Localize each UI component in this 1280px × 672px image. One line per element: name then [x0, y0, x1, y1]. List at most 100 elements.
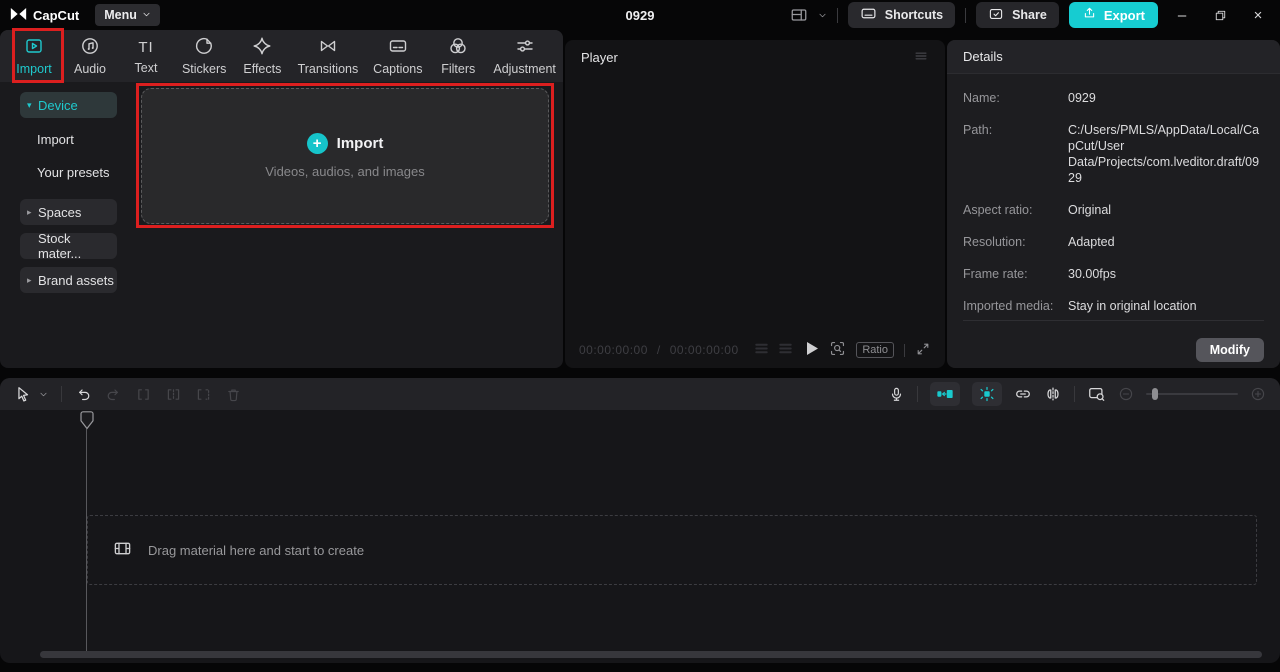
- caret-right-icon: ▸: [27, 275, 38, 286]
- caret-down-icon: ▾: [27, 100, 38, 111]
- detail-row-name: Name: 0929: [963, 90, 1264, 106]
- timeline-panel: Drag material here and start to create: [0, 378, 1280, 663]
- audio-icon: [80, 36, 100, 59]
- timeline-drop-hint: Drag material here and start to create: [148, 543, 364, 558]
- zoom-out-icon[interactable]: [1118, 386, 1134, 402]
- auto-snap-toggle[interactable]: [972, 382, 1002, 406]
- sidebar-item-device[interactable]: ▾ Device: [20, 92, 117, 118]
- delete-icon[interactable]: [225, 386, 242, 403]
- split-left-icon[interactable]: [165, 386, 182, 403]
- tab-filters[interactable]: Filters: [430, 36, 486, 76]
- playhead-handle[interactable]: [80, 411, 94, 433]
- media-sidebar: ▾ Device Import Your presets ▸ Spaces St…: [0, 92, 128, 301]
- detail-row-path: Path: C:/Users/PMLS/AppData/Local/CapCut…: [963, 122, 1264, 186]
- capcut-logo-icon: [10, 7, 27, 24]
- sidebar-item-your-presets[interactable]: Your presets: [0, 159, 128, 185]
- layout-caret-icon[interactable]: [818, 8, 827, 23]
- share-button[interactable]: Share: [976, 2, 1059, 28]
- tab-adjustment[interactable]: Adjustment: [486, 36, 563, 76]
- tab-stickers[interactable]: Stickers: [174, 36, 234, 76]
- cursor-tool-icon[interactable]: [14, 385, 32, 403]
- detail-value-path: C:/Users/PMLS/AppData/Local/CapCut/User …: [1068, 122, 1264, 186]
- zoom-slider-handle[interactable]: [1152, 388, 1158, 400]
- workspace-layout-icon[interactable]: [790, 6, 808, 24]
- sidebar-item-brand-assets[interactable]: ▸ Brand assets: [20, 267, 117, 293]
- text-icon: TI: [138, 38, 153, 58]
- media-panel: Import Audio TI Text Stickers Effects: [0, 30, 563, 368]
- undo-icon[interactable]: [75, 386, 92, 403]
- redo-icon[interactable]: [105, 386, 122, 403]
- details-panel-title: Details: [947, 40, 1280, 74]
- detail-row-resolution: Resolution: Adapted: [963, 234, 1264, 250]
- record-voiceover-icon[interactable]: [888, 386, 905, 403]
- import-dropzone[interactable]: + Import Videos, audios, and images: [141, 88, 549, 224]
- link-icon[interactable]: [1014, 385, 1032, 403]
- preview-axis-icon[interactable]: [1087, 385, 1106, 403]
- split-right-icon[interactable]: [195, 386, 212, 403]
- chevron-down-icon: [142, 8, 151, 22]
- import-dropzone-subtitle: Videos, audios, and images: [265, 164, 424, 179]
- restore-button[interactable]: [1206, 2, 1234, 28]
- timeline-body: Drag material here and start to create: [0, 410, 1280, 663]
- timeline-dropzone[interactable]: Drag material here and start to create: [87, 515, 1257, 585]
- track-list-icon[interactable]: [754, 341, 769, 359]
- timeline-scrollbar[interactable]: [40, 651, 1262, 658]
- main-track-magnet-toggle[interactable]: [930, 382, 960, 406]
- shortcuts-button[interactable]: Shortcuts: [848, 2, 955, 28]
- play-button[interactable]: [806, 341, 819, 359]
- filmstrip-icon: [113, 539, 132, 561]
- detail-label: Path:: [963, 122, 1068, 186]
- current-time: 00:00:00:00: [579, 343, 648, 357]
- divider: [61, 386, 62, 402]
- player-menu-icon[interactable]: [913, 48, 929, 67]
- export-button[interactable]: Export: [1069, 2, 1158, 28]
- player-panel-title: Player: [581, 50, 618, 65]
- adjustment-sliders-icon: [515, 36, 535, 59]
- zoom-in-icon[interactable]: [1250, 386, 1266, 402]
- export-icon: [1082, 6, 1097, 24]
- menu-button[interactable]: Menu: [95, 4, 160, 26]
- timeline-toolbar: [0, 378, 1280, 410]
- minimize-button[interactable]: –: [1168, 2, 1196, 28]
- divider: [965, 8, 966, 23]
- tab-import[interactable]: Import: [6, 36, 62, 76]
- split-icon[interactable]: [135, 386, 152, 403]
- cursor-tool-caret-icon[interactable]: [39, 390, 48, 399]
- time-separator: /: [657, 343, 661, 357]
- detail-label: Imported media:: [963, 298, 1068, 314]
- track-list-icon-2[interactable]: [778, 341, 793, 359]
- keyboard-icon: [860, 5, 877, 25]
- sidebar-item-import[interactable]: Import: [0, 126, 128, 152]
- player-panel: Player 00:00:00:00 / 00:00:00:00 Ratio: [565, 40, 945, 368]
- detail-row-frame-rate: Frame rate: 30.00fps: [963, 266, 1264, 282]
- plus-circle-icon: +: [307, 133, 328, 154]
- modify-button[interactable]: Modify: [1196, 338, 1264, 362]
- filters-icon: [448, 36, 468, 59]
- capcut-logo: CapCut: [10, 7, 79, 24]
- sidebar-item-spaces[interactable]: ▸ Spaces: [20, 199, 117, 225]
- fullscreen-icon[interactable]: [915, 341, 931, 360]
- detail-label: Frame rate:: [963, 266, 1068, 282]
- close-button[interactable]: ×: [1244, 2, 1272, 28]
- preview-focus-icon[interactable]: [829, 340, 846, 360]
- divider: [917, 386, 918, 402]
- detail-label: Resolution:: [963, 234, 1068, 250]
- sticker-icon: [194, 36, 214, 59]
- caret-right-icon: ▸: [27, 207, 38, 218]
- tab-transitions[interactable]: Transitions: [290, 36, 365, 76]
- mirror-icon[interactable]: [1044, 385, 1062, 403]
- tab-audio[interactable]: Audio: [62, 36, 118, 76]
- timeline-zoom-slider[interactable]: [1146, 393, 1238, 395]
- detail-value-aspect-ratio: Original: [1068, 202, 1264, 218]
- title-bar: CapCut Menu 0929 Shortcuts Share: [0, 0, 1280, 30]
- details-panel: Details Name: 0929 Path: C:/Users/PMLS/A…: [947, 40, 1280, 368]
- tab-effects[interactable]: Effects: [234, 36, 290, 76]
- detail-row-aspect-ratio: Aspect ratio: Original: [963, 202, 1264, 218]
- detail-value-resolution: Adapted: [1068, 234, 1264, 250]
- tab-text[interactable]: TI Text: [118, 38, 174, 75]
- divider: [837, 8, 838, 23]
- sidebar-item-stock-materials[interactable]: Stock mater...: [20, 233, 117, 259]
- detail-label: Name:: [963, 90, 1068, 106]
- ratio-button[interactable]: Ratio: [856, 342, 894, 358]
- tab-captions[interactable]: Captions: [365, 36, 430, 76]
